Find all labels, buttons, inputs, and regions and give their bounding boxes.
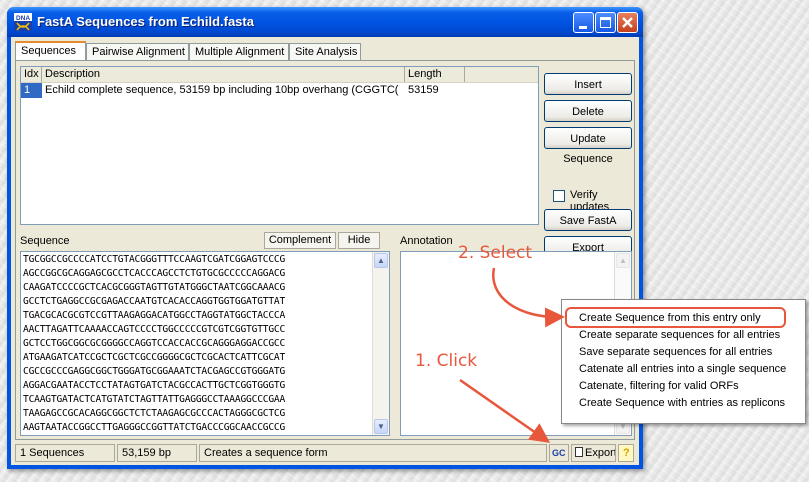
tab-site-analysis[interactable]: Site Analysis xyxy=(289,43,361,60)
list-item[interactable]: 1 Echild complete sequence, 53159 bp inc… xyxy=(21,83,538,98)
sequence-line: CAAGATCCCCGCTCACGCGGGTAGTTGTATGGGCTAATCG… xyxy=(23,282,286,293)
sequence-scrollbar[interactable]: ▲ ▼ xyxy=(372,252,389,435)
menu-item-catenate-orfs[interactable]: Catenate, filtering for valid ORFs xyxy=(579,378,739,394)
scroll-down-arrow-icon[interactable]: ▼ xyxy=(374,419,388,434)
help-button[interactable]: ? xyxy=(618,444,634,462)
close-icon xyxy=(622,17,633,28)
sequence-line: GCCTCTGAGGCCGCGAGACCAATGTCACACCAGGTGGTGG… xyxy=(23,296,286,307)
maximize-icon xyxy=(600,17,611,28)
tab-pairwise-alignment[interactable]: Pairwise Alignment xyxy=(86,43,189,60)
status-bp: 53,159 bp xyxy=(117,444,197,462)
row-length: 53159 xyxy=(408,84,439,96)
insert-sequence-button[interactable]: Insert Sequence xyxy=(544,73,632,111)
menu-item-create-separate[interactable]: Create separate sequences for all entrie… xyxy=(579,327,780,343)
sequence-line: TAAGAGCCGCACAGGCGGCTCTCTAAGAGCGCCCACTAGG… xyxy=(23,408,286,419)
verify-updates-checkbox[interactable] xyxy=(553,190,565,202)
sequence-line: GCTCCTGGCGGCGCGGGGCCAGGTCCACCACCGCAGGGAG… xyxy=(23,338,286,349)
sequence-line: TGCGGCCGCCCCATCCTGTACGGGTTTCCAAGTCGATCGG… xyxy=(23,254,286,265)
menu-item-catenate-all[interactable]: Catenate all entries into a single seque… xyxy=(579,361,786,377)
sequence-line: AACTTAGATTCAAAACCAGTCCCCTGGCCCCCGTCGTCGG… xyxy=(23,324,286,335)
minimize-button[interactable] xyxy=(573,12,594,33)
status-bar: 1 Sequences 53,159 bp Creates a sequence… xyxy=(15,443,635,462)
sequences-panel: Idx Description Length 1 Echild complete… xyxy=(15,60,635,440)
dna-app-icon: DNA xyxy=(14,13,32,31)
document-icon xyxy=(575,447,583,457)
window-client: Sequences Pairwise Alignment Multiple Al… xyxy=(11,37,639,465)
column-length[interactable]: Length xyxy=(405,67,465,82)
tab-sequences[interactable]: Sequences xyxy=(15,41,86,61)
app-icon-label: DNA xyxy=(16,15,30,22)
menu-item-save-separate[interactable]: Save separate sequences for all entries xyxy=(579,344,772,360)
delete-sequence-button[interactable]: Delete Sequence xyxy=(544,100,632,138)
select-callout: 2. Select xyxy=(458,243,533,263)
sequence-line: AGCCGGCGCAGGAGCGCCTCACCCAGCCTCTGTGCGCCCC… xyxy=(23,268,286,279)
close-button[interactable] xyxy=(617,12,638,33)
column-description[interactable]: Description xyxy=(42,67,405,82)
sequence-line: TCAAGTGATACTCATGTATCTAGTTATTGAGGGCCTAAAG… xyxy=(23,394,286,405)
gc-button[interactable]: GC xyxy=(549,444,569,462)
status-message: Creates a sequence form xyxy=(199,444,547,462)
menu-item-create-replicons[interactable]: Create Sequence with entries as replicon… xyxy=(579,395,785,411)
sequence-line: AAGTAATACCGGCCTTGAGGGCCGGTTATCTGACCCGGCA… xyxy=(23,422,286,433)
window-title: FastA Sequences from Echild.fasta xyxy=(37,14,254,29)
column-idx[interactable]: Idx xyxy=(21,67,42,82)
sequence-line: TGACGCACGCGTCCGTTAAGAGGACATGGCCTAGGTATGG… xyxy=(23,310,286,321)
title-bar[interactable]: DNA FastA Sequences from Echild.fasta xyxy=(7,7,643,37)
annotation-scroll-up-icon[interactable]: ▲ xyxy=(616,253,630,268)
maximize-button[interactable] xyxy=(595,12,616,33)
sequence-textbox[interactable]: TGCGGCCGCCCCATCCTGTACGGGTTTCCAAGTCGATCGG… xyxy=(20,251,390,436)
tab-multiple-alignment[interactable]: Multiple Alignment xyxy=(189,43,289,60)
row-description: Echild complete sequence, 53159 bp inclu… xyxy=(45,84,399,96)
export-label: Export xyxy=(585,447,616,459)
annotation-label: Annotation xyxy=(400,235,453,247)
sequence-line: AGGACGAATACCTCCTATAGTGATCTACGCCACTTGCTCG… xyxy=(23,380,286,391)
save-fasta-button[interactable]: Save FastA File xyxy=(544,209,632,247)
sequence-line: ATGAAGATCATCCGCTCGCTCGCCGGGGCGCTCGCACTCA… xyxy=(23,352,286,363)
list-header: Idx Description Length xyxy=(21,67,538,83)
selection-highlight xyxy=(565,307,786,328)
hide-button[interactable]: Hide xyxy=(338,232,380,249)
scroll-up-arrow-icon[interactable]: ▲ xyxy=(374,253,388,268)
sequence-list[interactable]: Idx Description Length 1 Echild complete… xyxy=(20,66,539,225)
minimize-icon xyxy=(579,26,587,29)
sequence-line: CGCCGCCCGAGGCGGCTGGGATGCGGAAATCTACGAGCCG… xyxy=(23,366,286,377)
export-button[interactable]: Export xyxy=(571,444,616,462)
fasta-window: DNA FastA Sequences from Echild.fasta Se… xyxy=(7,7,643,469)
row-idx: 1 xyxy=(21,83,42,98)
click-callout: 1. Click xyxy=(415,351,478,371)
status-count: 1 Sequences xyxy=(15,444,115,462)
complement-button[interactable]: Complement xyxy=(264,232,336,249)
update-sequence-button[interactable]: Update Sequence xyxy=(544,127,632,165)
sequence-label: Sequence xyxy=(20,235,70,247)
